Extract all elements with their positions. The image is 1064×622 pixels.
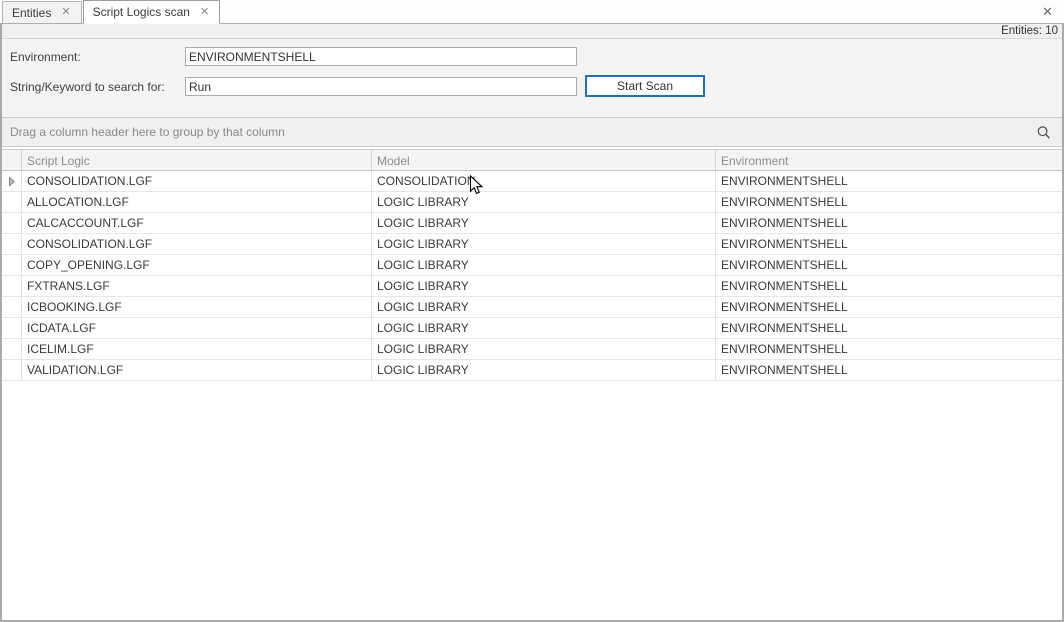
grid-cell[interactable]: ICBOOKING.LGF (22, 297, 372, 317)
close-icon[interactable]: ✕ (59, 6, 72, 19)
grid-cell[interactable]: COPY_OPENING.LGF (22, 255, 372, 275)
row-indicator (2, 192, 22, 212)
column-header-model[interactable]: Model (372, 150, 716, 170)
grid-cell[interactable]: ENVIRONMENTSHELL (716, 360, 1062, 380)
group-by-hint: Drag a column header here to group by th… (10, 125, 285, 139)
column-header-script-logic[interactable]: Script Logic (22, 150, 372, 170)
grid-cell[interactable]: ENVIRONMENTSHELL (716, 255, 1062, 275)
environment-input[interactable] (185, 47, 577, 66)
grid-cell[interactable]: ICDATA.LGF (22, 318, 372, 338)
main-panel: Entities: 10 Environment: String/Keyword… (0, 24, 1064, 622)
keyword-label: String/Keyword to search for: (10, 80, 165, 94)
table-row[interactable]: ICELIM.LGFLOGIC LIBRARYENVIRONMENTSHELL (2, 339, 1062, 360)
table-row[interactable]: ICBOOKING.LGFLOGIC LIBRARYENVIRONMENTSHE… (2, 297, 1062, 318)
grid-cell[interactable]: FXTRANS.LGF (22, 276, 372, 296)
grid-cell[interactable]: ENVIRONMENTSHELL (716, 171, 1062, 191)
close-icon[interactable]: ✕ (1039, 4, 1056, 19)
row-indicator (2, 255, 22, 275)
table-row[interactable]: ALLOCATION.LGFLOGIC LIBRARYENVIRONMENTSH… (2, 192, 1062, 213)
grid-cell[interactable]: CONSOLIDATION.LGF (22, 234, 372, 254)
table-row[interactable]: FXTRANS.LGFLOGIC LIBRARYENVIRONMENTSHELL (2, 276, 1062, 297)
grid-cell[interactable]: LOGIC LIBRARY (372, 192, 716, 212)
close-icon[interactable]: ✕ (198, 6, 211, 19)
scan-form: Environment: String/Keyword to search fo… (2, 39, 1062, 117)
row-indicator (2, 339, 22, 359)
row-indicator (2, 360, 22, 380)
grid-cell[interactable]: CONSOLIDATION (372, 171, 716, 191)
environment-label: Environment: (10, 50, 81, 64)
grid-cell[interactable]: ENVIRONMENTSHELL (716, 276, 1062, 296)
entities-count: Entities: 10 (1001, 25, 1058, 37)
grid-cell[interactable]: ENVIRONMENTSHELL (716, 234, 1062, 254)
grid-cell[interactable]: LOGIC LIBRARY (372, 276, 716, 296)
table-row[interactable]: COPY_OPENING.LGFLOGIC LIBRARYENVIRONMENT… (2, 255, 1062, 276)
tab-entities[interactable]: Entities ✕ (2, 1, 82, 23)
keyword-input[interactable] (185, 77, 577, 96)
grid-cell[interactable]: ALLOCATION.LGF (22, 192, 372, 212)
grid-cell[interactable]: LOGIC LIBRARY (372, 318, 716, 338)
tab-bar: Entities ✕ Script Logics scan ✕ ✕ (0, 0, 1064, 24)
grid-header: Script Logic Model Environment (2, 149, 1062, 171)
table-row[interactable]: CONSOLIDATION.LGFLOGIC LIBRARYENVIRONMEN… (2, 234, 1062, 255)
search-icon[interactable] (1036, 125, 1052, 141)
grid-cell[interactable]: ENVIRONMENTSHELL (716, 213, 1062, 233)
grid-body: CONSOLIDATION.LGFCONSOLIDATIONENVIRONMEN… (2, 171, 1062, 381)
grid-cell[interactable]: ICELIM.LGF (22, 339, 372, 359)
grid-cell[interactable]: VALIDATION.LGF (22, 360, 372, 380)
grid-cell[interactable]: LOGIC LIBRARY (372, 339, 716, 359)
grid-cell[interactable]: ENVIRONMENTSHELL (716, 339, 1062, 359)
start-scan-button[interactable]: Start Scan (585, 75, 705, 97)
grid-cell[interactable]: LOGIC LIBRARY (372, 213, 716, 233)
grid-cell[interactable]: ENVIRONMENTSHELL (716, 192, 1062, 212)
grid-cell[interactable]: LOGIC LIBRARY (372, 360, 716, 380)
grid-cell[interactable]: LOGIC LIBRARY (372, 234, 716, 254)
grid-cell[interactable]: LOGIC LIBRARY (372, 255, 716, 275)
grid-cell[interactable]: ENVIRONMENTSHELL (716, 297, 1062, 317)
grid-cell[interactable]: CALCACCOUNT.LGF (22, 213, 372, 233)
tab-script-logics-scan-label: Script Logics scan (93, 5, 190, 19)
table-row[interactable]: ICDATA.LGFLOGIC LIBRARYENVIRONMENTSHELL (2, 318, 1062, 339)
current-row-arrow-icon (2, 171, 22, 191)
row-indicator (2, 318, 22, 338)
table-row[interactable]: CALCACCOUNT.LGFLOGIC LIBRARYENVIRONMENTS… (2, 213, 1062, 234)
status-bar: Entities: 10 (2, 24, 1062, 39)
grid-cell[interactable]: LOGIC LIBRARY (372, 297, 716, 317)
table-row[interactable]: VALIDATION.LGFLOGIC LIBRARYENVIRONMENTSH… (2, 360, 1062, 381)
tab-script-logics-scan[interactable]: Script Logics scan ✕ (83, 0, 221, 24)
row-indicator (2, 234, 22, 254)
tab-entities-label: Entities (12, 6, 51, 20)
row-indicator (2, 213, 22, 233)
row-indicator (2, 297, 22, 317)
grid-cell[interactable]: CONSOLIDATION.LGF (22, 171, 372, 191)
group-by-bar[interactable]: Drag a column header here to group by th… (2, 117, 1062, 147)
table-row[interactable]: CONSOLIDATION.LGFCONSOLIDATIONENVIRONMEN… (2, 171, 1062, 192)
column-header-environment[interactable]: Environment (716, 150, 1062, 170)
row-indicator-header (2, 150, 22, 170)
row-indicator (2, 276, 22, 296)
grid-cell[interactable]: ENVIRONMENTSHELL (716, 318, 1062, 338)
